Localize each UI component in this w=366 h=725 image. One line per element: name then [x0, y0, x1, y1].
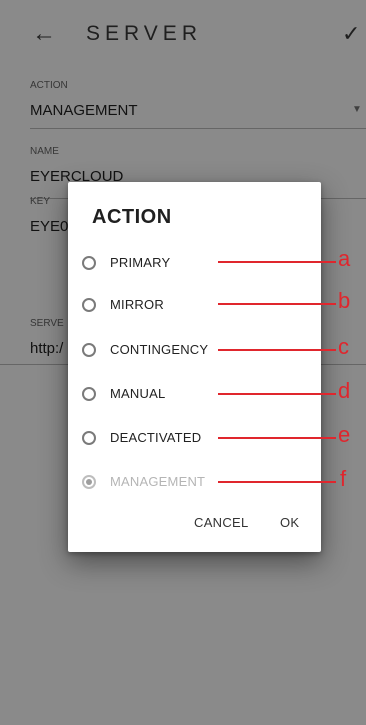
radio-checked-icon — [82, 475, 96, 489]
annotation-line-d — [218, 393, 336, 395]
annotation-letter-c: c — [338, 334, 349, 359]
option-label: CONTINGENCY — [110, 342, 209, 357]
annotation-letter-b: b — [338, 288, 351, 313]
radio-unchecked-icon[interactable] — [82, 298, 96, 312]
radio-unchecked-icon[interactable] — [82, 343, 96, 357]
option-deactivated[interactable]: DEACTIVATED — [82, 425, 312, 453]
option-management: MANAGEMENT — [82, 469, 312, 497]
option-label: MANUAL — [110, 386, 166, 401]
option-label: MIRROR — [110, 297, 164, 312]
option-manual[interactable]: MANUAL — [82, 381, 312, 409]
annotation-letter-d: d — [338, 378, 351, 403]
annotation-line-c — [218, 349, 336, 351]
option-primary[interactable]: PRIMARY — [82, 250, 312, 278]
radio-unchecked-icon[interactable] — [82, 387, 96, 401]
annotation-letter-f: f — [340, 466, 347, 491]
option-label: DEACTIVATED — [110, 430, 202, 445]
annotation-line-b — [218, 303, 336, 305]
radio-unchecked-icon[interactable] — [82, 431, 96, 445]
annotation-line-f — [218, 481, 336, 483]
annotation-letter-e: e — [338, 422, 351, 447]
cancel-button[interactable]: CANCEL — [194, 515, 249, 530]
action-dialog: ACTION PRIMARY MIRROR CONTINGENCY MANUAL… — [68, 182, 321, 552]
option-mirror[interactable]: MIRROR — [82, 292, 312, 320]
annotation-letter-a: a — [338, 246, 351, 271]
ok-button[interactable]: OK — [280, 515, 299, 530]
dialog-title: ACTION — [92, 206, 172, 228]
option-contingency[interactable]: CONTINGENCY — [82, 337, 312, 365]
annotation-line-a — [218, 261, 336, 263]
annotation-line-e — [218, 437, 336, 439]
option-label: PRIMARY — [110, 255, 171, 270]
radio-unchecked-icon[interactable] — [82, 256, 96, 270]
option-label: MANAGEMENT — [110, 474, 206, 489]
